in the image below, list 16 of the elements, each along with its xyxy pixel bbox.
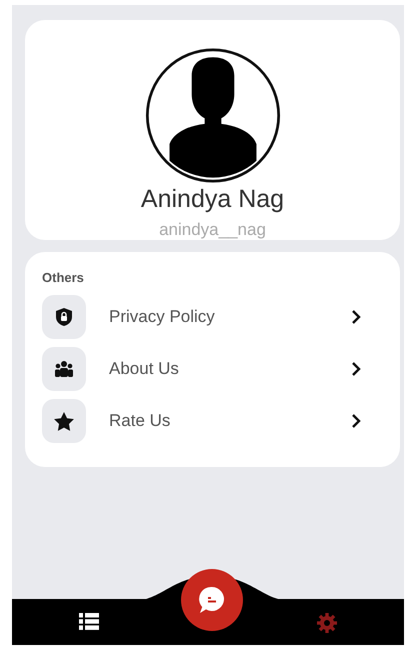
chat-bubble-icon — [198, 586, 226, 614]
menu-item-label[interactable]: Rate Us — [109, 411, 351, 431]
chevron-right-icon[interactable] — [351, 361, 361, 377]
menu-item-label[interactable]: Privacy Policy — [109, 307, 351, 327]
settings-icon — [317, 613, 337, 633]
section-title: Others — [42, 270, 85, 285]
list-icon — [79, 613, 99, 630]
menu-item-label[interactable]: About Us — [109, 359, 351, 379]
people-icon — [54, 361, 74, 377]
star-icon — [54, 412, 74, 430]
chevron-right-icon[interactable] — [351, 309, 361, 325]
profile-username: anindya__nag — [159, 220, 266, 240]
profile-name: Anindya Nag — [140, 185, 284, 214]
shield-lock-icon — [56, 308, 72, 326]
nav-tab[interactable] — [79, 613, 99, 630]
chevron-right-icon[interactable] — [351, 413, 361, 429]
